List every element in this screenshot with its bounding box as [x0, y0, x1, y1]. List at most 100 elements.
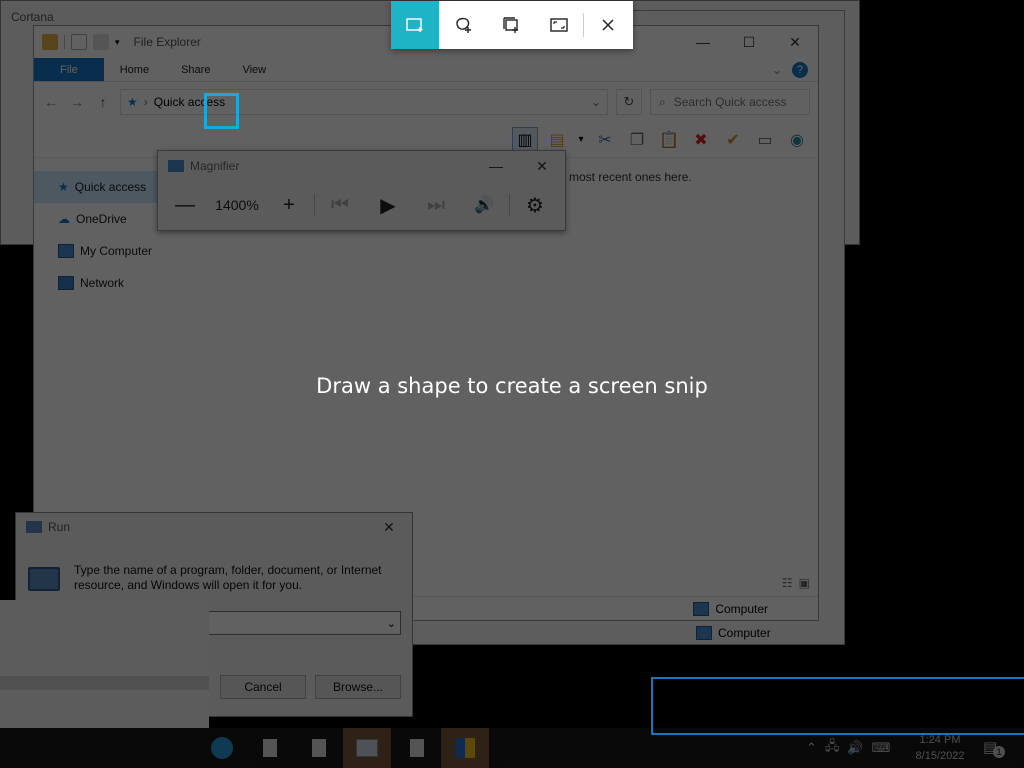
- details-view-icon[interactable]: ☷: [782, 576, 793, 590]
- star-icon: ★: [127, 95, 138, 109]
- chevron-up-icon[interactable]: ⌃: [806, 740, 817, 756]
- computer-icon: [58, 244, 74, 258]
- document-icon[interactable]: [246, 728, 294, 768]
- edge-icon[interactable]: [198, 728, 246, 768]
- preview-pane-icon[interactable]: ▥: [512, 126, 538, 153]
- properties-icon[interactable]: [71, 34, 87, 50]
- shield-icon[interactable]: [441, 728, 489, 768]
- document-icon-2[interactable]: [295, 728, 343, 768]
- content-hint-text: most recent ones here.: [569, 170, 692, 184]
- notification-icon[interactable]: ▤ 1: [983, 738, 1005, 758]
- close-button[interactable]: ✕: [772, 26, 818, 58]
- nav-item-network[interactable]: Network: [34, 267, 194, 299]
- delete-icon[interactable]: ✖: [688, 127, 714, 153]
- window-snip-icon: [503, 17, 518, 33]
- run-title: Run: [48, 520, 71, 534]
- run-titlebar: Run ✕: [16, 513, 412, 541]
- back-arrow-icon[interactable]: ←: [42, 94, 60, 110]
- breadcrumb-chevron-icon: ›: [143, 95, 148, 109]
- zoom-out-button[interactable]: —: [168, 188, 202, 222]
- run-taskbar-icon[interactable]: [343, 728, 391, 768]
- keyboard-icon[interactable]: ⌨: [872, 740, 891, 756]
- qat-dropdown-icon[interactable]: ▾: [115, 37, 120, 48]
- nav-label: Quick access: [74, 180, 147, 194]
- clock[interactable]: 1:24 PM 8/15/2022: [905, 732, 975, 764]
- network-tray-icon[interactable]: 🖧: [825, 737, 840, 759]
- rectangle-snip-icon: [406, 18, 423, 32]
- up-arrow-icon[interactable]: ↑: [94, 94, 112, 110]
- address-row: ← → ↑ ★ › Quick access ⌄ ↻ ⌕ Search Quic…: [34, 82, 818, 122]
- nav-label: Network: [80, 276, 125, 290]
- snip-hint-text: Draw a shape to create a screen snip: [316, 374, 708, 398]
- minimize-button[interactable]: —: [680, 26, 726, 58]
- address-dropdown-icon[interactable]: ⌄: [591, 95, 601, 109]
- explorer-title: File Explorer: [133, 35, 201, 49]
- tab-home[interactable]: Home: [104, 58, 165, 81]
- maximize-button[interactable]: ☐: [726, 26, 772, 58]
- read-from-here-icon[interactable]: 🔊: [467, 188, 501, 222]
- separator: [314, 194, 315, 216]
- globe-icon[interactable]: ◉: [784, 127, 810, 153]
- panel-band: [0, 676, 209, 690]
- cancel-button[interactable]: Cancel: [220, 675, 306, 699]
- close-icon: [602, 19, 614, 31]
- freeform-snip-button[interactable]: [439, 1, 487, 49]
- run-close-button[interactable]: ✕: [366, 513, 412, 541]
- freeform-snip-icon: [456, 17, 471, 33]
- chevron-down-icon[interactable]: ⌄: [387, 617, 396, 630]
- close-snip-button[interactable]: [584, 1, 632, 49]
- ribbon-expand-icon[interactable]: ⌄: [772, 63, 782, 77]
- run-open-combobox[interactable]: ⌄: [206, 611, 401, 635]
- forward-arrow-icon[interactable]: →: [68, 94, 86, 110]
- search-icon: ⌕: [659, 94, 666, 109]
- play-icon[interactable]: ▶: [371, 188, 405, 222]
- fullscreen-snip-button[interactable]: [535, 1, 583, 49]
- previous-track-icon[interactable]: ⏮: [323, 188, 357, 222]
- magnifier-window: Magnifier — ✕ — 1400% + ⏮ ▶ ⏭ 🔊 ⚙: [157, 150, 566, 231]
- status-computer: Computer: [715, 601, 768, 616]
- rename-icon[interactable]: ▭: [752, 127, 778, 153]
- layout-dropdown-icon[interactable]: ▾: [576, 127, 586, 153]
- copy-icon[interactable]: ❐: [624, 127, 650, 153]
- address-bar[interactable]: ★ › Quick access ⌄: [120, 89, 608, 115]
- run-icon: [28, 567, 60, 591]
- rectangular-snip-button[interactable]: [391, 1, 439, 49]
- browse-button[interactable]: Browse...: [315, 675, 401, 699]
- refresh-icon[interactable]: ↻: [616, 89, 642, 115]
- nav-item-my-computer[interactable]: My Computer: [34, 235, 194, 267]
- magnifier-titlebar: Magnifier — ✕: [158, 151, 565, 181]
- search-box[interactable]: ⌕ Search Quick access: [650, 89, 810, 115]
- gear-icon[interactable]: ⚙: [518, 188, 552, 222]
- tab-file[interactable]: File: [34, 58, 104, 81]
- computer-icon: [693, 601, 710, 616]
- view-toggle: ☷ ▣: [782, 576, 810, 590]
- magnifier-focus-box: [204, 93, 239, 129]
- ribbon-tabs: File Home Share View ⌄ ?: [34, 58, 818, 82]
- tab-view[interactable]: View: [226, 58, 282, 81]
- star-icon: ★: [58, 180, 69, 194]
- magnifier-minimize-button[interactable]: —: [473, 151, 519, 181]
- search-placeholder: Search Quick access: [673, 95, 787, 109]
- network-icon: [58, 276, 74, 290]
- tab-share[interactable]: Share: [165, 58, 226, 81]
- background-panel: [0, 600, 209, 734]
- paste-icon[interactable]: 📋: [656, 127, 682, 153]
- status-computer-2: Computer: [718, 626, 771, 640]
- layout-icon[interactable]: ▤: [544, 127, 570, 153]
- help-icon[interactable]: ?: [792, 61, 808, 78]
- magnifier-close-button[interactable]: ✕: [519, 151, 565, 181]
- next-track-icon[interactable]: ⏭: [419, 188, 453, 222]
- qat-separator: [64, 35, 65, 49]
- cut-icon[interactable]: ✂: [592, 127, 618, 153]
- magnifier-title: Magnifier: [190, 159, 240, 173]
- document-icon-3[interactable]: [393, 728, 441, 768]
- new-folder-icon[interactable]: [93, 34, 109, 50]
- run-app-icon: [26, 521, 42, 533]
- checkmark-icon[interactable]: ✔: [720, 127, 746, 153]
- zoom-in-button[interactable]: +: [272, 188, 306, 222]
- large-icons-view-icon[interactable]: ▣: [799, 576, 810, 590]
- window-snip-button[interactable]: [487, 1, 535, 49]
- volume-icon[interactable]: 🔊: [847, 740, 863, 756]
- nav-label: OneDrive: [76, 212, 127, 226]
- computer-icon: [696, 626, 712, 640]
